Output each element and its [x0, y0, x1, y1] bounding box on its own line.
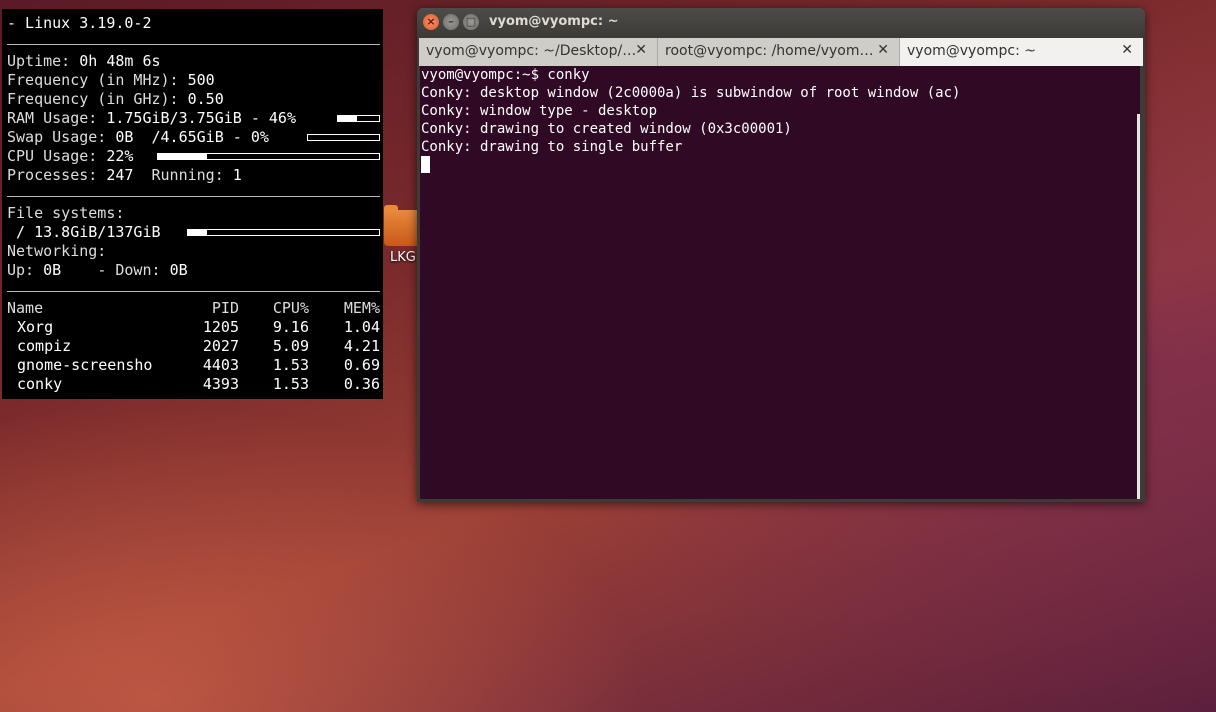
- process-mem: 1.04: [343, 318, 380, 336]
- close-icon[interactable]: ✕: [877, 42, 889, 58]
- process-cpu: 9.16: [272, 318, 309, 336]
- net-row: Up: 0B - Down: 0B: [7, 261, 188, 279]
- process-name: gnome-screensho: [17, 356, 153, 374]
- process-table: Name PID CPU% MEM% Xorg 1205 9.16 1.04 c…: [7, 299, 380, 394]
- process-mem: 0.69: [343, 356, 380, 374]
- ram-usage-bar: [337, 115, 380, 122]
- text-cursor: [421, 156, 430, 173]
- tab-root[interactable]: root@vyompc: /home/vyom… ✕: [658, 38, 900, 66]
- terminal-line: Conky: drawing to created window (0x3c00…: [421, 121, 792, 137]
- cpu-usage-bar: [157, 153, 380, 160]
- process-name: Xorg: [17, 318, 54, 336]
- folder-icon: [384, 205, 420, 246]
- conky-panel: - Linux 3.19.0-2 Uptime: 0h 48m 6s Frequ…: [2, 9, 383, 399]
- swap-row: Swap Usage: 0B /4.65GiB - 0%: [7, 128, 269, 146]
- tab-label: vyom@vyompc: ~: [907, 43, 1037, 59]
- process-pid: 1205: [202, 318, 239, 336]
- process-mem: 4.21: [343, 337, 380, 355]
- process-name: conky: [17, 375, 63, 393]
- swap-usage-bar: [307, 134, 380, 141]
- divider: [7, 291, 380, 292]
- fs-usage-bar: [187, 229, 380, 236]
- window-title: vyom@vyompc: ~: [489, 14, 619, 29]
- tab-label: root@vyompc: /home/vyom…: [665, 43, 874, 59]
- minimize-window-button[interactable]: –: [443, 14, 459, 30]
- window-titlebar[interactable]: × – □ vyom@vyompc: ~: [417, 8, 1145, 36]
- terminal-output[interactable]: vyom@vyompc:~$ conky Conky: desktop wind…: [420, 66, 1140, 499]
- desktop-icon-label: LKG: [390, 250, 416, 265]
- maximize-window-button[interactable]: □: [463, 14, 479, 30]
- process-cpu: 5.09: [272, 337, 309, 355]
- terminal-line: Conky: desktop window (2c0000a) is subwi…: [421, 85, 961, 101]
- process-pid: 4403: [202, 356, 239, 374]
- col-cpu: CPU%: [272, 299, 309, 317]
- ram-row: RAM Usage: 1.75GiB/3.75GiB - 46%: [7, 109, 296, 127]
- close-icon[interactable]: ✕: [1121, 42, 1133, 58]
- close-window-button[interactable]: ×: [423, 14, 439, 30]
- table-row: compiz 2027 5.09 4.21: [7, 337, 380, 356]
- freq-mhz-row: Frequency (in MHz): 500: [7, 71, 215, 89]
- terminal-line: Conky: window type - desktop: [421, 103, 658, 119]
- uptime-row: Uptime: 0h 48m 6s: [7, 52, 161, 70]
- processes-row: Processes: 247 Running: 1: [7, 166, 242, 184]
- process-name: compiz: [17, 337, 72, 355]
- col-name: Name: [7, 299, 44, 317]
- divider: [7, 44, 380, 45]
- freq-ghz-row: Frequency (in GHz): 0.50: [7, 90, 224, 108]
- process-cpu: 1.53: [272, 375, 309, 393]
- table-row: gnome-screensho 4403 1.53 0.69: [7, 356, 380, 375]
- col-pid: PID: [211, 299, 239, 317]
- scrollbar[interactable]: [1137, 114, 1140, 499]
- fs-label: File systems:: [7, 204, 125, 222]
- process-mem: 0.36: [343, 375, 380, 393]
- tab-bar: vyom@vyompc: ~/Desktop/… ✕ root@vyompc: …: [419, 38, 1143, 66]
- terminal-line: Conky: drawing to single buffer: [421, 139, 683, 155]
- conky-header: - Linux 3.19.0-2: [7, 14, 152, 32]
- tab-home[interactable]: vyom@vyompc: ~ ✕: [900, 38, 1143, 66]
- fs-root-row: / 13.8GiB/137GiB: [7, 223, 161, 241]
- terminal-line: vyom@vyompc:~$ conky: [421, 67, 590, 83]
- tab-desktop[interactable]: vyom@vyompc: ~/Desktop/… ✕: [419, 38, 658, 66]
- net-label: Networking:: [7, 242, 107, 260]
- process-pid: 2027: [202, 337, 239, 355]
- close-icon[interactable]: ✕: [635, 42, 647, 58]
- table-row: conky 4393 1.53 0.36: [7, 375, 380, 394]
- process-pid: 4393: [202, 375, 239, 393]
- col-mem: MEM%: [343, 299, 380, 317]
- divider: [7, 196, 380, 197]
- process-cpu: 1.53: [272, 356, 309, 374]
- cpu-row: CPU Usage: 22%: [7, 147, 134, 165]
- terminal-window[interactable]: × – □ vyom@vyompc: ~ vyom@vyompc: ~/Desk…: [417, 8, 1145, 502]
- table-row: Xorg 1205 9.16 1.04: [7, 318, 380, 337]
- process-table-header: Name PID CPU% MEM%: [7, 299, 380, 318]
- tab-label: vyom@vyompc: ~/Desktop/…: [426, 43, 637, 59]
